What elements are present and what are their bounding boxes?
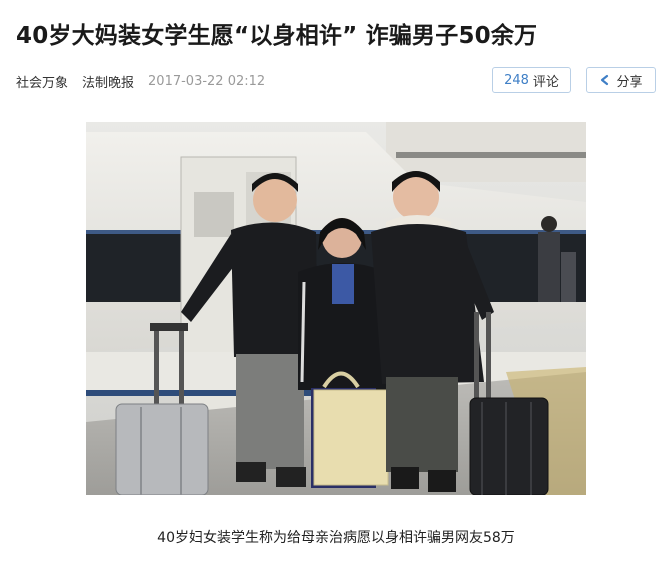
share-label: 分享 bbox=[616, 74, 643, 90]
comment-label: 评论 bbox=[532, 74, 559, 90]
comment-button[interactable]: 248 评论 bbox=[492, 67, 571, 93]
publish-time: 2017-03-22 02:12 bbox=[148, 73, 266, 89]
share-button[interactable]: 分享 bbox=[586, 67, 656, 93]
share-icon bbox=[601, 74, 609, 86]
source-category[interactable]: 社会万象 bbox=[16, 72, 68, 91]
photo-caption: 40岁妇女装学生称为给母亲治病愿以身相许骗男网友58万 bbox=[157, 530, 515, 546]
source-publisher[interactable]: 法制晚报 bbox=[82, 72, 134, 91]
comment-count: 248 bbox=[504, 72, 529, 88]
photo-illustration bbox=[86, 122, 586, 495]
article-title: 40岁大妈装女学生愿“以身相许” 诈骗男子50余万 bbox=[16, 23, 538, 49]
article-meta: 社会万象 法制晚报 2017-03-22 02:12 bbox=[16, 70, 265, 92]
article-photo bbox=[86, 122, 586, 495]
